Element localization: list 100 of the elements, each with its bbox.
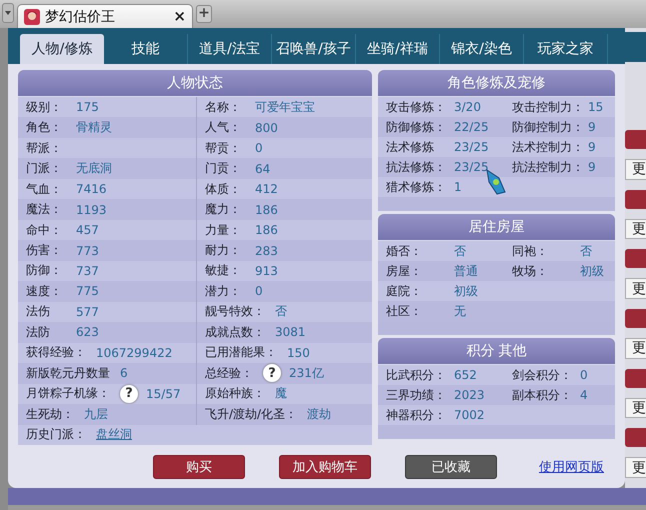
field-label: 名称： bbox=[205, 98, 242, 116]
field-label: 庭院： bbox=[386, 282, 423, 300]
field-value: 150 bbox=[287, 346, 310, 360]
link[interactable]: 使用网页版 bbox=[539, 458, 604, 476]
field-label: 生死劫： bbox=[26, 406, 74, 423]
field-label: 房屋： bbox=[386, 262, 423, 280]
buy-button[interactable] bbox=[625, 368, 646, 388]
field-value: 0 bbox=[255, 284, 263, 298]
buy-button[interactable] bbox=[625, 428, 646, 448]
field-label: 气血： bbox=[26, 180, 63, 198]
field-label: 帮派： bbox=[26, 140, 63, 157]
field-label: 魔力： bbox=[205, 201, 242, 218]
field-label: 伤害： bbox=[26, 242, 63, 260]
field-label: 级别： bbox=[26, 98, 63, 116]
field-value: 无 bbox=[454, 302, 466, 320]
field-value: 175 bbox=[76, 100, 99, 114]
field-label: 人气： bbox=[205, 119, 242, 136]
tab[interactable]: 召唤兽/孩子 bbox=[272, 34, 356, 64]
field-value: 15 bbox=[588, 100, 604, 114]
field-value: 1067299422 bbox=[96, 346, 172, 360]
tab[interactable]: 坐骑/祥瑞 bbox=[356, 34, 440, 64]
field-label: 三界功绩： bbox=[386, 386, 447, 404]
panel-header: 积分 其他 bbox=[378, 338, 615, 365]
field-label: 猎术修炼： bbox=[386, 178, 447, 196]
field-value: 22/25 bbox=[454, 120, 489, 134]
field-value: 4 bbox=[580, 388, 588, 402]
field-label: 副本积分： bbox=[512, 386, 573, 404]
more-button[interactable]: 更 bbox=[625, 457, 646, 478]
field-value: 3081 bbox=[275, 325, 306, 340]
field-value: 623 bbox=[76, 325, 99, 340]
field-label: 历史门派： bbox=[26, 426, 86, 444]
browser-tab[interactable]: 梦幻估价王 × bbox=[17, 4, 193, 28]
field-value: 913 bbox=[255, 264, 278, 278]
field-label: 潜力： bbox=[205, 282, 242, 300]
field-value: 186 bbox=[255, 223, 278, 238]
new-tab-button[interactable]: + bbox=[196, 5, 212, 23]
field-value: 否 bbox=[580, 242, 592, 260]
help-icon[interactable]: ? bbox=[120, 384, 138, 403]
field-label: 总经验： bbox=[205, 364, 253, 382]
tab[interactable]: 道具/法宝 bbox=[188, 34, 272, 64]
caret-icon bbox=[5, 11, 11, 15]
field-label: 已用潜能果： bbox=[205, 344, 277, 362]
app-logo-icon bbox=[24, 8, 40, 24]
more-button[interactable]: 更 bbox=[625, 338, 646, 359]
more-button[interactable]: 更 bbox=[625, 278, 646, 300]
buy-button[interactable] bbox=[625, 249, 646, 268]
field-value: 283 bbox=[255, 244, 278, 258]
field-label: 命中： bbox=[26, 222, 63, 239]
field-label: 力量： bbox=[205, 222, 242, 239]
field-label: 帮贡： bbox=[205, 140, 242, 157]
tab-list-button[interactable] bbox=[2, 3, 14, 23]
field-value: 无底洞 bbox=[76, 160, 112, 178]
more-button[interactable]: 更 bbox=[625, 398, 646, 418]
field-label: 敏捷： bbox=[205, 262, 242, 280]
field-value: 1193 bbox=[76, 202, 107, 217]
field-label: 成就点数： bbox=[205, 324, 265, 341]
field-label: 防御控制力： bbox=[512, 118, 584, 136]
field-label: 新版乾元丹数量 bbox=[26, 364, 110, 382]
button[interactable]: 加入购物车 bbox=[279, 454, 371, 478]
field-value: 773 bbox=[76, 244, 99, 258]
button[interactable]: 购买 bbox=[153, 454, 245, 478]
buy-button[interactable] bbox=[625, 190, 646, 209]
field-label: 魔法： bbox=[26, 201, 63, 218]
panel-header: 角色修炼及宠修 bbox=[378, 70, 615, 97]
field-label: 靓号特效： bbox=[205, 303, 265, 320]
field-label: 体质： bbox=[205, 180, 242, 198]
tab[interactable]: 人物/修炼 bbox=[20, 34, 104, 64]
field-value: 6 bbox=[120, 366, 128, 380]
field-value: 普通 bbox=[454, 262, 478, 280]
more-button[interactable]: 更 bbox=[625, 158, 646, 180]
field-label: 婚否： bbox=[386, 242, 423, 260]
field-value: 412 bbox=[255, 182, 278, 196]
field-value: 魔 bbox=[275, 385, 287, 402]
close-tab-button[interactable]: × bbox=[173, 9, 186, 24]
field-label: 速度： bbox=[26, 282, 63, 300]
field-value: 7416 bbox=[76, 182, 107, 196]
tab[interactable]: 技能 bbox=[104, 34, 188, 64]
tab[interactable]: 锦衣/染色 bbox=[440, 34, 524, 64]
field-label: 角色： bbox=[26, 119, 63, 136]
field-value: 初级 bbox=[454, 282, 478, 300]
field-value: 1 bbox=[454, 180, 462, 194]
field-value: 否 bbox=[454, 242, 466, 260]
button[interactable]: 已收藏 bbox=[405, 454, 497, 478]
help-icon[interactable]: ? bbox=[263, 364, 281, 382]
field-value: 7002 bbox=[454, 408, 485, 422]
field-value: 3/20 bbox=[454, 100, 481, 114]
field-value: 64 bbox=[255, 162, 270, 176]
field-value: 否 bbox=[275, 303, 287, 320]
field-value: 23/25 bbox=[454, 140, 489, 154]
field-label: 牧场： bbox=[512, 262, 549, 280]
field-label: 法伤 bbox=[26, 303, 51, 320]
field-label: 门贡： bbox=[205, 160, 242, 178]
field-value: 9 bbox=[588, 160, 596, 174]
field-value: 9 bbox=[588, 140, 596, 154]
field-label: 防御修炼： bbox=[386, 118, 447, 136]
panel-header: 人物状态 bbox=[18, 70, 372, 97]
field-value: 737 bbox=[76, 264, 99, 278]
tab[interactable]: 玩家之家 bbox=[524, 34, 608, 64]
field-label: 法防 bbox=[26, 324, 51, 341]
more-button[interactable]: 更 bbox=[625, 218, 646, 240]
